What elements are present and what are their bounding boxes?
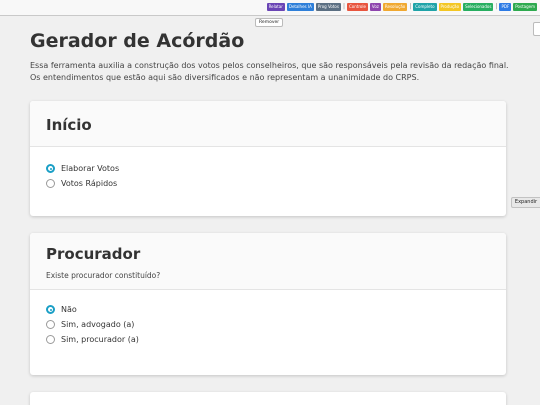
radio-option-votos-rapidos[interactable]: Votos Rápidos [46,176,490,191]
radio-option-sim-procurador[interactable]: Sim, procurador (a) [46,332,490,347]
completo-button[interactable]: Completo [413,3,437,11]
detalhes-ia-button[interactable]: Detalhes IA [286,3,314,11]
radio-option-nao[interactable]: Não [46,302,490,317]
page-intro: Essa ferramenta auxilia a construção dos… [30,61,509,82]
procurador-card-title: Procurador [46,245,141,263]
radio-unchecked-icon[interactable] [46,320,55,329]
selecionados-button[interactable]: Selecionados [463,3,494,11]
relatar-button[interactable]: Relatar [266,3,285,11]
inicio-card-header: Início [30,101,506,147]
radio-unchecked-icon[interactable] [46,335,55,344]
page-title: Gerador de Acórdão [30,30,245,52]
radio-checked-icon[interactable] [46,164,55,173]
toolbar-separator: | [342,3,345,10]
procurador-options: Não Sim, advogado (a) Sim, procurador (a… [30,290,506,347]
controle-button[interactable]: Controle [346,3,368,11]
radio-label: Sim, procurador (a) [61,335,139,344]
top-toolbar-bar: Relatar Detalhes IA Prog Votos | Control… [0,0,540,16]
radio-unchecked-icon[interactable] [46,179,55,188]
procurador-question: Existe procurador constituído? [46,271,161,280]
expand-button[interactable]: Expandir [511,197,540,208]
voz-button[interactable]: Voz [369,3,381,11]
radio-option-sim-advogado[interactable]: Sim, advogado (a) [46,317,490,332]
pdf-button[interactable]: PDF [499,3,512,11]
inicio-card-title: Início [46,116,92,134]
radio-label: Elaborar Votos [61,164,120,173]
inicio-card: Início Elaborar Votos Votos Rápidos [30,101,506,216]
producao-button[interactable]: Produção [438,3,462,11]
procurador-card: Procurador Existe procurador constituído… [30,233,506,375]
inicio-options: Elaborar Votos Votos Rápidos [30,147,506,191]
radio-label: Sim, advogado (a) [61,320,135,329]
prog-votos-button[interactable]: Prog Votos [315,3,341,11]
resolucao-button[interactable]: Resolução [382,3,408,11]
radio-checked-icon[interactable] [46,305,55,314]
toolbar-separator: | [409,3,412,10]
remover-button[interactable]: Remover [255,18,284,27]
procurador-card-header: Procurador Existe procurador constituído… [30,233,506,290]
radio-option-elaborar-votos[interactable]: Elaborar Votos [46,161,490,176]
postagem-button[interactable]: Postagem [513,3,537,11]
toolbar-separator: | [495,3,498,10]
next-section-card [30,392,506,405]
radio-label: Votos Rápidos [61,179,118,188]
radio-label: Não [61,305,77,314]
side-panel-handle[interactable] [533,22,540,36]
toolbar: Relatar Detalhes IA Prog Votos | Control… [265,3,537,11]
